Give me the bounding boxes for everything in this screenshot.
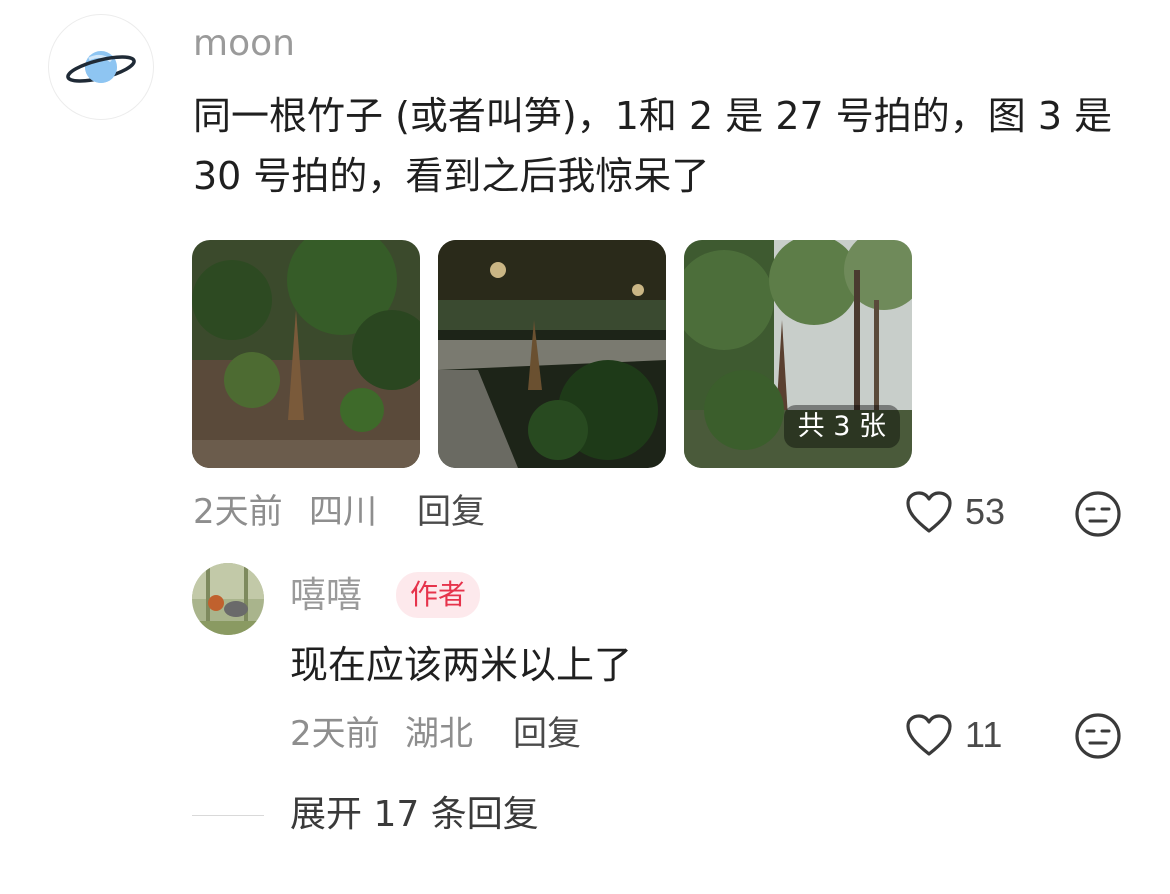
reply-like-count: 11: [965, 714, 1003, 755]
comment-location: 四川: [309, 492, 377, 532]
comment-image-3[interactable]: 共 3 张: [684, 240, 912, 468]
divider: [192, 815, 264, 816]
comment-image-2[interactable]: [438, 240, 666, 468]
reply-text: 现在应该两米以上了: [290, 643, 633, 687]
reply-avatar[interactable]: [192, 563, 264, 635]
avatar[interactable]: [48, 14, 154, 120]
image-count-badge: 共 3 张: [783, 405, 900, 448]
expand-replies-button[interactable]: 展开 17 条回复: [290, 797, 539, 833]
heart-icon: [906, 491, 952, 533]
author-badge: 作者: [396, 572, 481, 618]
reply-like-button[interactable]: 11: [905, 713, 1002, 757]
reply-button[interactable]: 回复: [417, 495, 485, 529]
comment-time: 2天前: [193, 492, 283, 532]
comment-text: 同一根竹子 (或者叫笋)，1和 2 是 27 号拍的，图 3 是 30 号拍的，…: [193, 94, 1113, 198]
heart-icon: [906, 714, 952, 756]
meh-face-icon[interactable]: [1074, 490, 1122, 538]
comment-username[interactable]: moon: [193, 26, 295, 62]
comment-image-1[interactable]: [192, 240, 420, 468]
planet-icon: [66, 51, 136, 83]
reply-time: 2天前: [290, 714, 380, 754]
reply-location: 湖北: [405, 714, 473, 754]
reply-reply-button[interactable]: 回复: [513, 717, 581, 751]
like-count: 53: [965, 491, 1006, 532]
meh-face-icon[interactable]: [1074, 712, 1122, 760]
reply-username[interactable]: 嘻嘻: [290, 578, 362, 614]
like-button[interactable]: 53: [905, 490, 1005, 534]
